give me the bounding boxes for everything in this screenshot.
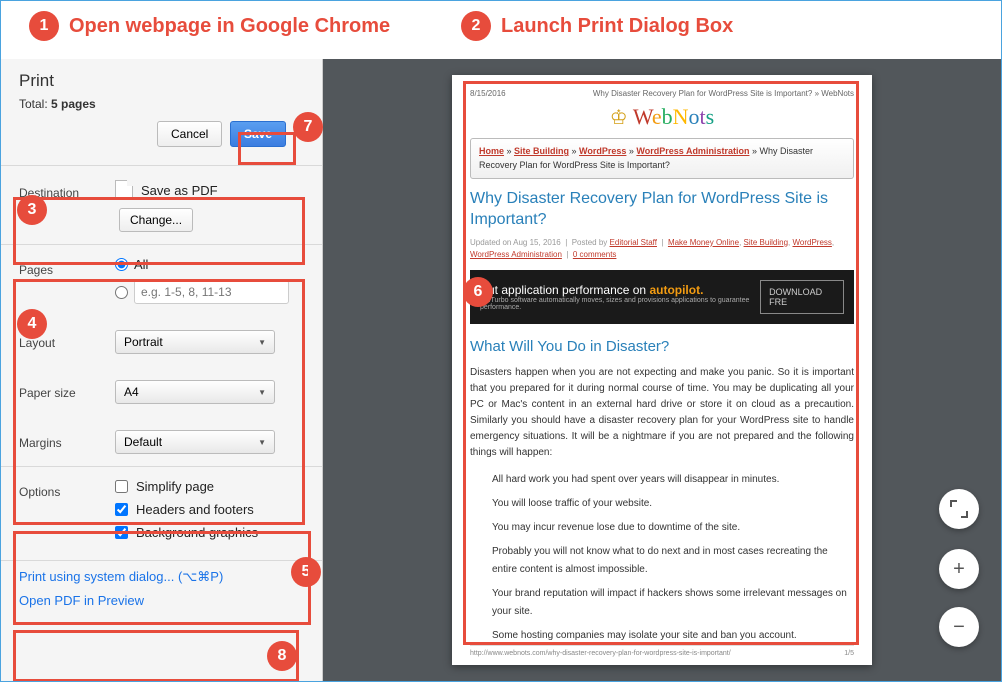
article-title: Why Disaster Recovery Plan for WordPress… <box>470 189 854 231</box>
layout-select[interactable]: Portrait <box>115 330 275 354</box>
ad-banner: Put application performance on autopilot… <box>470 270 854 324</box>
pages-label: Pages <box>19 257 103 277</box>
bullet-list: All hard work you had spent over years w… <box>492 471 854 645</box>
breadcrumb: Home » Site Building » WordPress » WordP… <box>470 138 854 179</box>
margins-label: Margins <box>19 430 103 450</box>
footer-url: http://www.webnots.com/why-disaster-reco… <box>470 650 731 657</box>
open-preview-link[interactable]: Open PDF in Preview <box>1 589 322 612</box>
cancel-button[interactable]: Cancel <box>157 121 222 147</box>
margins-select[interactable]: Default <box>115 430 275 454</box>
page-header-title: Why Disaster Recovery Plan for WordPress… <box>593 89 854 98</box>
pdf-icon <box>115 180 133 200</box>
annotation-2-text: Launch Print Dialog Box <box>501 15 733 38</box>
site-logo: ♔ WebNots <box>470 104 854 130</box>
section-heading: What Will You Do in Disaster? <box>470 338 854 355</box>
fullscreen-button[interactable] <box>939 489 979 529</box>
annotation-1-text: Open webpage in Google Chrome <box>69 15 390 38</box>
paper-select[interactable]: A4 <box>115 380 275 404</box>
save-button[interactable]: Save <box>230 121 286 147</box>
pages-range-input[interactable] <box>134 280 289 304</box>
article-meta: Updated on Aug 15, 2016 | Posted by Edit… <box>470 237 854 263</box>
dialog-title: Print <box>19 71 304 91</box>
body-paragraph: Disasters happen when you are not expect… <box>470 365 854 461</box>
annotation-3-badge: 3 <box>17 195 47 225</box>
annotation-2-badge: 2 <box>461 11 491 41</box>
change-button[interactable]: Change... <box>119 208 193 232</box>
print-preview: 8/15/2016 Why Disaster Recovery Plan for… <box>323 59 1001 681</box>
pages-all-radio[interactable]: All <box>115 257 304 272</box>
crown-icon: ♔ <box>610 107 628 129</box>
zoom-out-button[interactable]: − <box>939 607 979 647</box>
fullscreen-icon <box>952 502 966 516</box>
annotation-6-badge: 6 <box>463 277 493 307</box>
annotation-4-badge: 4 <box>17 309 47 339</box>
annotation-8-badge: 8 <box>267 641 297 671</box>
page-header-date: 8/15/2016 <box>470 89 506 98</box>
annotations-layer: 1 Open webpage in Google Chrome 2 Launch… <box>1 11 1001 51</box>
pages-range-radio[interactable] <box>115 280 304 304</box>
annotation-1-badge: 1 <box>29 11 59 41</box>
total-pages: Total: 5 pages <box>19 97 304 111</box>
print-sidebar: Print Total: 5 pages Cancel Save Destina… <box>1 59 323 681</box>
simplify-checkbox[interactable]: Simplify page <box>115 479 304 494</box>
destination-value: Save as PDF <box>141 183 218 198</box>
options-label: Options <box>19 479 103 499</box>
preview-page: 8/15/2016 Why Disaster Recovery Plan for… <box>452 75 872 665</box>
zoom-in-button[interactable]: + <box>939 549 979 589</box>
plus-icon: + <box>953 558 965 581</box>
footer-page: 1/5 <box>844 650 854 657</box>
minus-icon: − <box>953 616 965 639</box>
paper-label: Paper size <box>19 380 103 400</box>
headers-checkbox[interactable]: Headers and footers <box>115 502 304 517</box>
system-dialog-link[interactable]: Print using system dialog... (⌥⌘P) <box>1 565 322 589</box>
annotation-7-badge: 7 <box>293 112 323 142</box>
annotation-5-badge: 5 <box>291 557 321 587</box>
background-checkbox[interactable]: Background graphics <box>115 525 304 540</box>
